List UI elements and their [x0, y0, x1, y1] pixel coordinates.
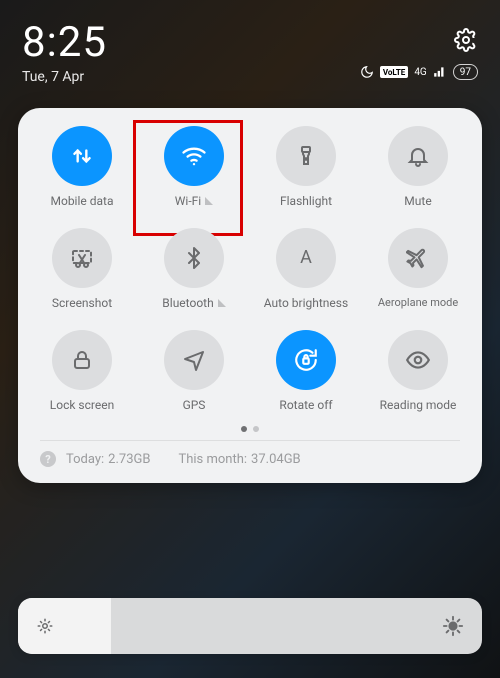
gear-icon: [454, 28, 478, 52]
info-icon: ?: [40, 451, 56, 467]
tile-rotate-off[interactable]: Rotate off: [250, 330, 362, 412]
status-bar: 8:25 Tue, 7 Apr VoLTE 4G 97: [0, 0, 500, 85]
bell-icon: [406, 144, 430, 168]
status-time: 8:25: [22, 18, 478, 67]
tile-mute[interactable]: Mute: [362, 126, 474, 208]
rotate-toggle[interactable]: [276, 330, 336, 390]
tile-label: Rotate off: [279, 398, 332, 412]
wifi-toggle[interactable]: [164, 126, 224, 186]
battery-indicator: 97: [453, 64, 478, 80]
screenshot-toggle[interactable]: [52, 228, 112, 288]
scissors-icon: [70, 246, 94, 270]
data-usage-row[interactable]: ? Today: 2.73GB This month: 37.04GB: [26, 441, 474, 473]
status-indicators: VoLTE 4G 97: [360, 64, 478, 80]
mobile-data-icon: [69, 143, 95, 169]
tile-label: Lock screen: [50, 398, 114, 412]
tile-bluetooth[interactable]: Bluetooth: [138, 228, 250, 310]
tile-aeroplane-mode[interactable]: Aeroplane mode: [362, 228, 474, 310]
mute-toggle[interactable]: [388, 126, 448, 186]
tile-label: Aeroplane mode: [378, 296, 458, 309]
bluetooth-icon: [182, 246, 206, 270]
quick-settings-panel: Mobile data Wi-Fi Flashlight Mute: [18, 108, 482, 483]
data-today-label: Today:: [66, 452, 104, 467]
tile-label: Auto brightness: [264, 296, 348, 310]
dnd-moon-icon: [360, 65, 374, 79]
tile-mobile-data[interactable]: Mobile data: [26, 126, 138, 208]
tile-gps[interactable]: GPS: [138, 330, 250, 412]
data-month-label: This month:: [178, 452, 247, 467]
data-today-value: 2.73GB: [108, 452, 150, 467]
brightness-slider[interactable]: [18, 598, 482, 654]
wifi-icon: [180, 142, 208, 170]
rotate-lock-icon: [293, 347, 319, 373]
flashlight-toggle[interactable]: [276, 126, 336, 186]
expand-indicator-icon: [205, 197, 213, 205]
reading-mode-toggle[interactable]: [388, 330, 448, 390]
lock-screen-toggle[interactable]: [52, 330, 112, 390]
signal-icon: [433, 65, 447, 79]
tile-label: Screenshot: [52, 296, 112, 310]
auto-brightness-icon: A: [294, 246, 318, 270]
bluetooth-toggle[interactable]: [164, 228, 224, 288]
tile-label: GPS: [183, 398, 206, 412]
svg-text:A: A: [300, 247, 312, 268]
settings-button[interactable]: [454, 28, 478, 52]
tile-label: Bluetooth: [162, 296, 213, 310]
brightness-fill: [18, 598, 111, 654]
eye-icon: [405, 347, 431, 373]
gps-toggle[interactable]: [164, 330, 224, 390]
tile-label: Flashlight: [280, 194, 332, 208]
tile-label: Mobile data: [51, 194, 114, 208]
tile-wifi[interactable]: Wi-Fi: [138, 126, 250, 208]
data-month-value: 37.04GB: [251, 452, 301, 467]
page-dot-active: [241, 426, 247, 432]
tile-lock-screen[interactable]: Lock screen: [26, 330, 138, 412]
tile-screenshot[interactable]: Screenshot: [26, 228, 138, 310]
navigation-icon: [182, 348, 206, 372]
brightness-high-icon: [442, 615, 464, 637]
tile-flashlight[interactable]: Flashlight: [250, 126, 362, 208]
airplane-icon: [406, 246, 430, 270]
expand-indicator-icon: [218, 299, 226, 307]
tile-label: Wi-Fi: [175, 194, 201, 208]
page-indicator: [26, 426, 474, 432]
lock-icon: [70, 348, 94, 372]
tile-label: Mute: [404, 194, 431, 208]
tile-auto-brightness[interactable]: A Auto brightness: [250, 228, 362, 310]
flashlight-icon: [294, 144, 318, 168]
aeroplane-toggle[interactable]: [388, 228, 448, 288]
tile-label: Reading mode: [380, 398, 457, 412]
tile-reading-mode[interactable]: Reading mode: [362, 330, 474, 412]
auto-brightness-toggle[interactable]: A: [276, 228, 336, 288]
network-type: 4G: [414, 67, 426, 78]
volte-badge: VoLTE: [380, 66, 408, 78]
mobile-data-toggle[interactable]: [52, 126, 112, 186]
brightness-low-icon: [36, 617, 54, 635]
page-dot: [253, 426, 259, 432]
